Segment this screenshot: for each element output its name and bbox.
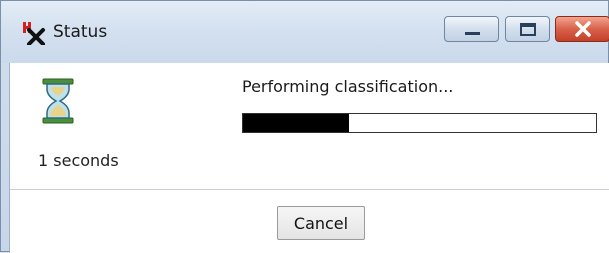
- close-icon: [575, 21, 591, 37]
- status-dialog: Status 1 seconds Performing classificati…: [0, 0, 609, 253]
- cancel-button[interactable]: Cancel: [277, 206, 365, 240]
- window-title: Status: [53, 22, 108, 42]
- title-bar[interactable]: Status: [1, 1, 609, 63]
- progress-bar: [242, 113, 597, 133]
- elapsed-time: 1 seconds: [38, 151, 119, 170]
- status-message: Performing classification...: [242, 77, 454, 96]
- hourglass-icon: [40, 77, 76, 125]
- minimize-icon: [465, 32, 480, 35]
- close-button[interactable]: [555, 16, 609, 42]
- dialog-body: 1 seconds Performing classification... C…: [9, 63, 609, 253]
- minimize-button[interactable]: [444, 16, 499, 42]
- maximize-button[interactable]: [505, 16, 550, 42]
- maximize-icon: [520, 23, 536, 36]
- progress-fill: [243, 114, 349, 132]
- divider: [10, 189, 609, 190]
- app-icon: [21, 21, 49, 46]
